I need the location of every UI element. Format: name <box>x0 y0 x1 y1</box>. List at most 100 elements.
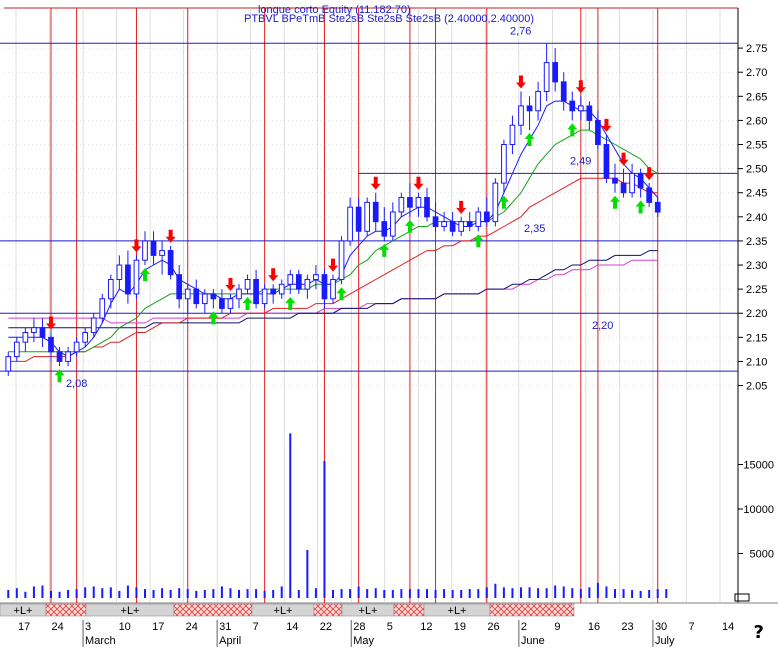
x-tick-label: 31 <box>219 621 231 633</box>
candle-body <box>107 278 114 300</box>
candle-body <box>201 293 208 305</box>
x-tick-label: 14 <box>722 621 734 633</box>
x-tick-label: 23 <box>621 621 633 633</box>
short-segment <box>489 603 575 617</box>
month-label: July <box>655 635 675 647</box>
price-tick-label: 2.20 <box>746 308 767 320</box>
month-label: April <box>219 635 241 647</box>
candle-body <box>253 278 259 305</box>
candle-body <box>219 298 225 309</box>
candle-body <box>629 172 635 194</box>
price-tick-label: 2.35 <box>746 236 767 248</box>
price-tick-label: 2.75 <box>746 43 767 55</box>
x-tick-label: 2 <box>521 621 527 633</box>
help-icon[interactable]: ? <box>754 622 764 643</box>
short-segment <box>393 603 425 617</box>
short-segment <box>173 603 253 617</box>
candle-body <box>509 124 516 146</box>
candle-body <box>424 197 430 218</box>
level-label: 2,35 <box>524 223 545 235</box>
x-tick-label: 7 <box>688 621 694 633</box>
candle-body <box>620 182 627 194</box>
candle-body <box>483 211 490 223</box>
candle-body <box>176 274 183 300</box>
candle-body <box>167 250 174 276</box>
candle-body <box>372 201 379 223</box>
candle-body <box>552 62 559 83</box>
candle-body <box>612 177 618 184</box>
price-tick-label: 2.45 <box>746 188 767 200</box>
candle-body <box>236 288 242 300</box>
candle-body <box>637 172 644 189</box>
price-tick-label: 2.30 <box>746 260 767 272</box>
level-label: 2,49 <box>570 155 591 167</box>
candle-body <box>90 317 97 334</box>
candle-body <box>338 240 345 280</box>
x-tick-label: 24 <box>52 621 64 633</box>
x-tick-label: 16 <box>588 621 600 633</box>
price-tick-label: 2.25 <box>746 284 767 296</box>
x-tick-label: 24 <box>186 621 198 633</box>
candle-body <box>577 105 584 112</box>
volume-tick-label: 10000 <box>743 504 774 516</box>
x-tick-label: 9 <box>554 621 560 633</box>
candle-body <box>560 81 567 102</box>
candle-body <box>518 105 524 126</box>
x-tick-label: 5 <box>387 621 393 633</box>
candle-body <box>526 105 533 112</box>
candle-body <box>355 206 362 232</box>
candle-body <box>48 336 54 353</box>
candle-body <box>73 341 80 353</box>
price-tick-label: 2.10 <box>746 356 767 368</box>
x-tick-label: 10 <box>119 621 131 633</box>
x-tick-label: 30 <box>655 621 667 633</box>
segment-label: +L+ <box>448 605 467 617</box>
x-tick-label: 22 <box>320 621 332 633</box>
short-segment <box>45 603 87 617</box>
candle-body <box>99 298 106 319</box>
candle-body <box>364 201 371 232</box>
candle-body <box>466 221 473 227</box>
candle-body <box>56 351 63 362</box>
x-tick-label: 17 <box>152 621 164 633</box>
month-label: May <box>353 635 374 647</box>
candle-body <box>586 105 593 121</box>
candle-body <box>227 298 234 309</box>
candle-body <box>569 100 576 112</box>
level-label: 2,08 <box>66 378 87 390</box>
candle-body <box>492 182 499 223</box>
candle-body <box>13 341 20 358</box>
candle-body <box>150 240 157 256</box>
candle-body <box>22 332 29 343</box>
segment-label: +L+ <box>359 605 378 617</box>
volume-tick-label: 5000 <box>750 549 774 561</box>
candle-body <box>475 211 482 227</box>
price-tick-label: 2.60 <box>746 115 767 127</box>
x-tick-label: 19 <box>454 621 466 633</box>
candle-body <box>278 283 285 295</box>
candle-body <box>603 144 610 179</box>
candle-body <box>535 90 541 112</box>
candle-body <box>116 264 123 280</box>
candle-body <box>193 288 200 305</box>
candle-body <box>244 278 251 290</box>
candle-body <box>398 197 405 213</box>
candle-body <box>39 327 46 338</box>
level-label: 2,20 <box>592 320 613 332</box>
short-segment <box>313 603 343 617</box>
candle-body <box>432 216 439 227</box>
candle-body <box>449 221 456 232</box>
candle-body <box>295 274 302 290</box>
x-tick-label: 12 <box>420 621 432 633</box>
segment-label: +L+ <box>121 605 140 617</box>
candle-body <box>5 356 12 372</box>
candle-body <box>31 327 37 334</box>
price-tick-label: 2.05 <box>746 381 767 393</box>
price-tick-label: 2.65 <box>746 91 767 103</box>
candle-body <box>184 288 191 300</box>
price-tick-label: 2.15 <box>746 332 767 344</box>
month-label: June <box>521 635 545 647</box>
candle-body <box>501 144 507 184</box>
candle-body <box>595 119 601 146</box>
candle-body <box>287 274 294 285</box>
